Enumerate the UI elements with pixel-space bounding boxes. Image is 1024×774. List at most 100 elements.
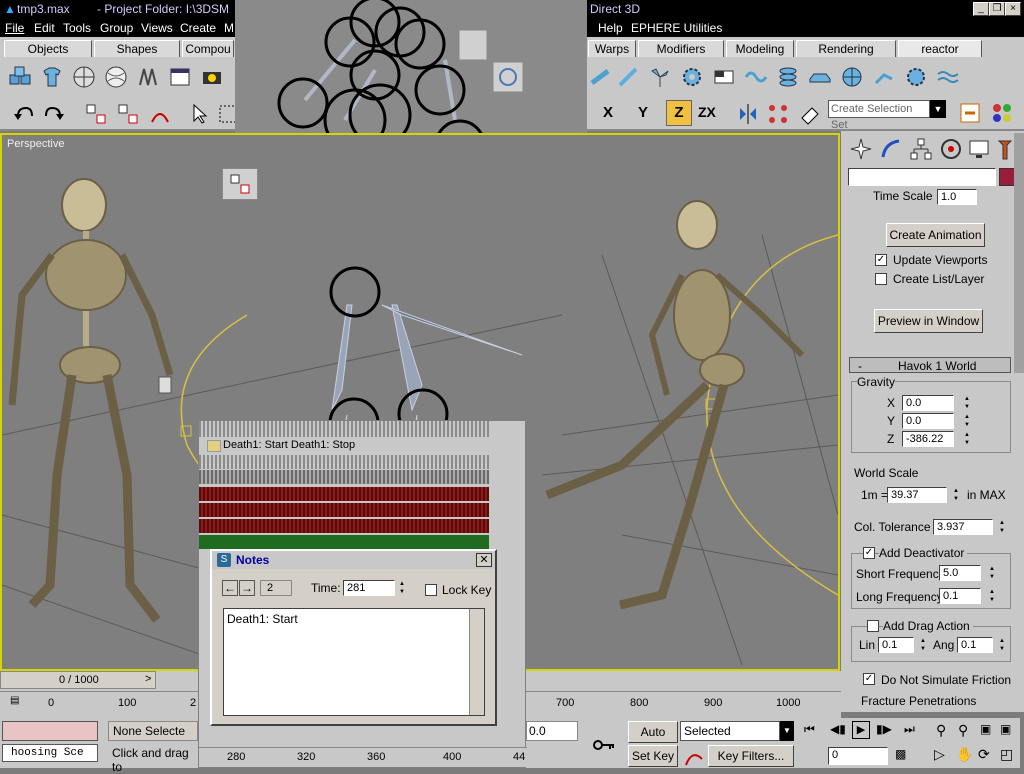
prev-frame-icon[interactable]: ◀▮ (830, 722, 846, 736)
zoom-extents-icon[interactable]: ▣ (980, 722, 991, 736)
tab-rendering[interactable]: Rendering (796, 40, 896, 57)
gravity-x-field[interactable]: 0.0 (902, 395, 954, 411)
tab-shapes[interactable]: Shapes (94, 40, 180, 57)
material-editor-icon[interactable] (988, 99, 1016, 127)
select-arrow-icon[interactable] (186, 100, 214, 128)
time-field[interactable]: 281 (343, 580, 395, 596)
gravity-x-spinner[interactable]: ▲ ▼ (962, 395, 972, 411)
havok-world-rollout[interactable]: - Havok 1 World (849, 357, 1011, 373)
time-config-icon[interactable]: ▩ (895, 747, 906, 761)
set-key-button[interactable]: Set Key (628, 745, 678, 767)
cloth-icon[interactable] (710, 63, 738, 91)
biped-overlay-window[interactable] (235, 0, 587, 186)
gravity-y-field[interactable]: 0.0 (902, 413, 954, 429)
gear-icon[interactable] (678, 63, 706, 91)
eraser-icon[interactable] (796, 100, 824, 128)
col-tolerance-spinner[interactable]: ▲ ▼ (997, 519, 1007, 535)
camera-icon[interactable] (198, 63, 226, 91)
go-to-start-icon[interactable]: ⏮ (804, 722, 815, 737)
axis-z-button[interactable]: Z (666, 100, 692, 126)
zoom-icon[interactable]: ⚲ (936, 722, 946, 739)
lock-key-checkbox[interactable] (425, 584, 437, 596)
ang-field[interactable]: 0.1 (957, 637, 993, 653)
go-to-end-icon[interactable]: ⏭ (904, 722, 915, 737)
display-tab-icon[interactable] (965, 135, 993, 163)
menu-views[interactable]: Views (141, 21, 173, 35)
play-icon[interactable]: ▶ (852, 721, 870, 739)
unlink-icon[interactable] (114, 100, 142, 128)
water-icon[interactable] (934, 63, 962, 91)
modify-tab-icon[interactable] (877, 135, 905, 163)
pan-hand-icon[interactable]: ✋ (956, 746, 973, 763)
object-name-field[interactable] (848, 168, 996, 186)
settings-icon[interactable] (902, 63, 930, 91)
short-frequency-spinner[interactable]: ▲ ▼ (987, 565, 997, 581)
lin-spinner[interactable]: ▲ ▼ (918, 637, 928, 653)
long-frequency-field[interactable]: 0.1 (939, 588, 981, 604)
mirror-icon[interactable] (734, 100, 762, 128)
prev-key-icon[interactable]: ← (222, 580, 238, 596)
zoom-all-icon[interactable]: ⚲ (958, 722, 968, 739)
update-viewports-checkbox[interactable]: ✓ (875, 254, 887, 266)
next-frame-icon[interactable]: > (145, 673, 151, 685)
restore-button[interactable]: ❐ (989, 2, 1005, 16)
tab-objects[interactable]: Objects (4, 40, 92, 57)
gravity-z-spinner[interactable]: ▲ ▼ (962, 431, 972, 447)
hinge-icon[interactable] (870, 63, 898, 91)
create-tab-icon[interactable] (847, 135, 875, 163)
key-icon[interactable] (590, 731, 618, 759)
selection-set-dropdown[interactable]: Create Selection Set (828, 100, 930, 131)
create-animation-button[interactable]: Create Animation (886, 223, 985, 247)
object-color-swatch[interactable] (999, 168, 1015, 186)
hierarchy-tab-icon[interactable] (907, 135, 935, 163)
panel-icon[interactable] (166, 63, 194, 91)
axis-x-button[interactable]: X (603, 104, 613, 121)
arc-rotate-icon[interactable]: ⟳ (978, 746, 990, 763)
tab-compound[interactable]: Compou (182, 40, 234, 57)
current-frame-field[interactable]: 0 (828, 747, 888, 765)
tab-reactor[interactable]: reactor (898, 40, 982, 57)
motion-tab-icon[interactable] (937, 135, 965, 163)
shirt-icon[interactable] (38, 63, 66, 91)
axis-y-button[interactable]: Y (638, 104, 648, 121)
notes-dialog[interactable]: S Notes ✕ ← → 2 Time: 281 ▲ ▼ Lock Key De… (210, 549, 497, 726)
time-slider[interactable]: 0 / 1000 > (0, 671, 156, 689)
boxes-icon[interactable] (6, 63, 34, 91)
maximize-viewport-icon[interactable]: ◰ (1000, 746, 1013, 763)
key-filters-button[interactable]: Key Filters... (708, 745, 794, 767)
track-bar-icon[interactable]: ▤ (10, 695, 19, 706)
menu-help[interactable]: Help (598, 21, 623, 35)
close-button[interactable]: × (1005, 2, 1021, 16)
menu-create[interactable]: Create (180, 21, 216, 35)
key-mode-select[interactable]: Selected (680, 721, 780, 741)
time-scale-field[interactable]: 1.0 (937, 189, 977, 205)
menu-edit[interactable]: Edit (34, 21, 55, 35)
world-scale-spinner[interactable]: ▲ ▼ (951, 487, 961, 503)
gravity-z-field[interactable]: -386.22 (902, 431, 954, 447)
key-number-field[interactable]: 2 (260, 580, 292, 596)
tab-modeling[interactable]: Modeling (726, 40, 794, 57)
menu-utilities[interactable]: EPHERE Utilities (631, 21, 722, 35)
menu-group[interactable]: Group (100, 21, 133, 35)
col-tolerance-field[interactable]: 3.937 (933, 519, 993, 535)
array-icon[interactable] (764, 100, 792, 128)
coordinate-field[interactable]: 0.0 (526, 721, 578, 741)
car-icon[interactable] (806, 63, 834, 91)
redo-icon[interactable] (40, 100, 68, 128)
next-key-icon[interactable]: → (239, 580, 255, 596)
wave-icon[interactable] (742, 63, 770, 91)
create-list-checkbox[interactable] (875, 273, 887, 285)
curve-icon[interactable] (680, 743, 708, 771)
notes-title-bar[interactable]: S Notes ✕ (212, 551, 495, 569)
fov-icon[interactable]: ▷ (934, 746, 945, 763)
undo-icon[interactable] (10, 100, 38, 128)
spring-icon[interactable] (134, 63, 162, 91)
fan-icon[interactable] (646, 63, 674, 91)
panel-scrollbar[interactable] (1014, 133, 1024, 373)
time-spinner[interactable]: ▲ ▼ (397, 580, 407, 596)
auto-key-button[interactable]: Auto Key (628, 721, 678, 759)
maxscript-mini[interactable]: hoosing Sce (2, 744, 98, 762)
add-deactivator-checkbox[interactable]: ✓ (863, 547, 875, 559)
close-icon[interactable]: ✕ (476, 553, 492, 567)
world-scale-field[interactable]: 39.37 (887, 487, 947, 503)
